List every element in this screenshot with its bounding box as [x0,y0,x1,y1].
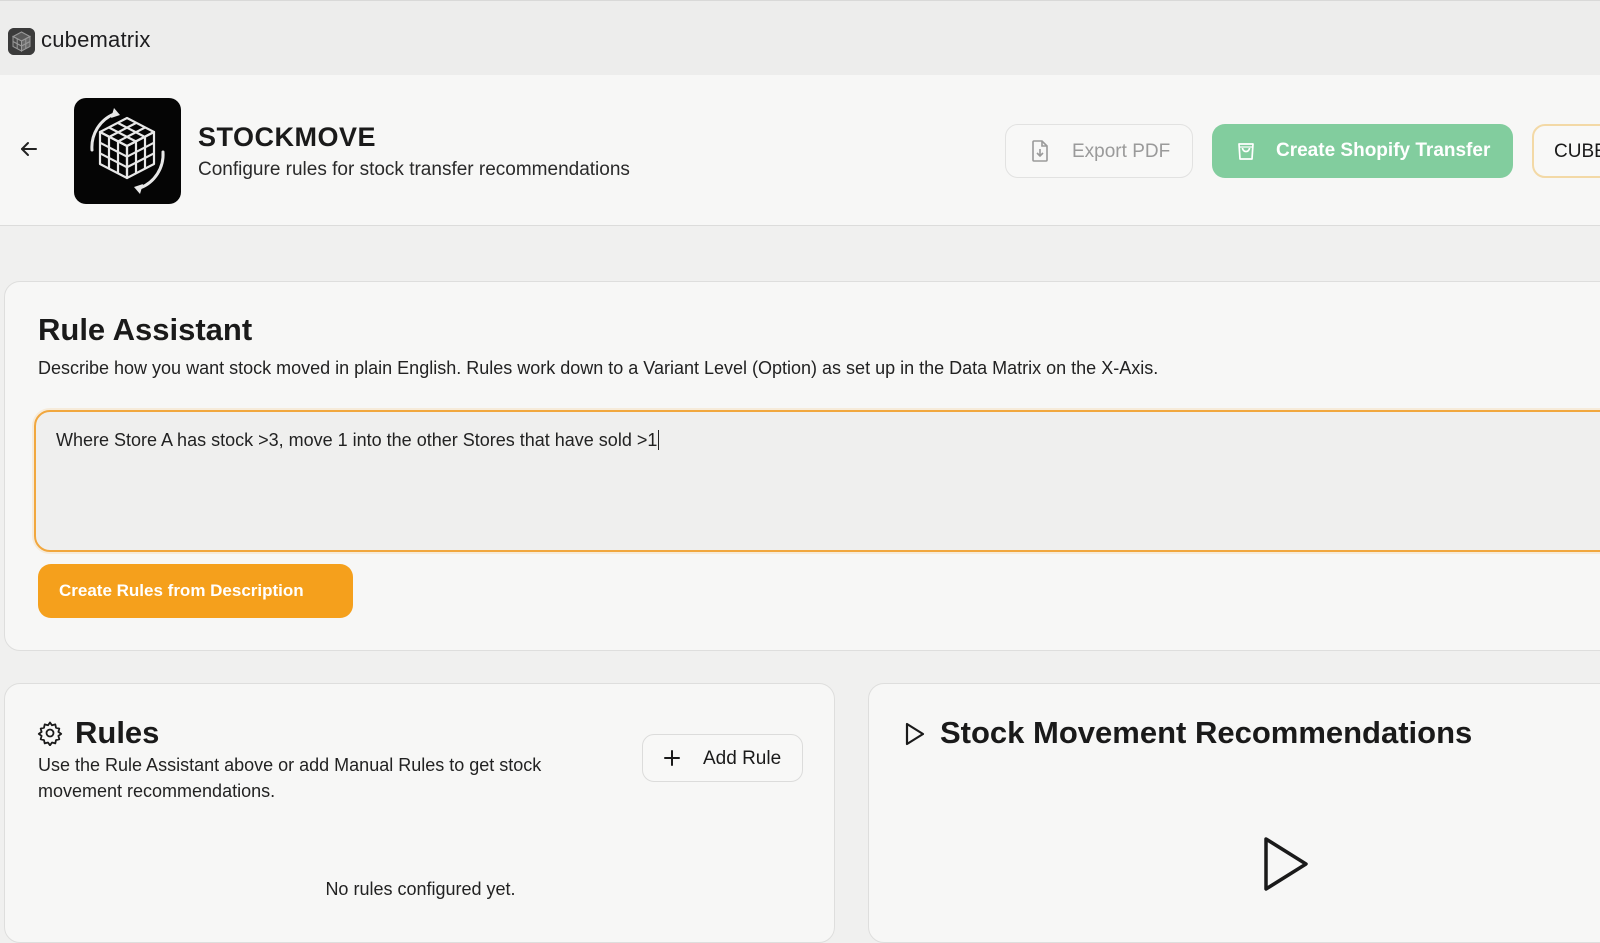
play-icon [905,722,925,746]
cube-button[interactable]: CUBE [1532,124,1600,178]
arrow-left-icon[interactable] [18,138,40,160]
export-pdf-label: Export PDF [1072,141,1171,162]
rule-assistant-description: Describe how you want stock moved in pla… [38,358,1159,378]
plus-icon [664,750,680,766]
brand-name[interactable]: cubematrix [41,27,151,53]
rule-description-text: Where Store A has stock >3, move 1 into … [56,430,660,451]
page-header: STOCKMOVE Configure rules for stock tran… [0,75,1600,226]
rules-title: Rules [75,715,160,750]
export-pdf-button[interactable]: Export PDF [1005,124,1193,178]
add-rule-button[interactable]: Add Rule [642,734,803,782]
rule-assistant-title: Rule Assistant [38,312,253,347]
text-caret [658,430,660,450]
shopping-bag-icon [1238,143,1254,160]
rules-description: Use the Rule Assistant above or add Manu… [38,755,542,801]
add-rule-label: Add Rule [703,748,782,769]
rule-description-input[interactable]: Where Store A has stock >3, move 1 into … [34,410,1600,552]
file-download-icon [1032,140,1048,162]
create-rules-label: Create Rules from Description [59,581,304,600]
cube-logo-icon [8,28,35,55]
recommendations-card: Stock Movement Recommendations [868,683,1600,943]
rubiks-cube-logo [74,98,181,204]
play-large-icon [1264,837,1308,891]
gear-icon [37,721,63,746]
rules-card: Rules Use the Rule Assistant above or ad… [4,683,835,943]
create-rules-button[interactable]: Create Rules from Description [38,564,353,618]
top-bar: cubematrix [0,0,1600,75]
recommendations-title: Stock Movement Recommendations [940,715,1473,750]
page-subtitle: Configure rules for stock transfer recom… [198,159,630,180]
rule-assistant-card: Rule Assistant Describe how you want sto… [4,281,1600,651]
rules-empty-state: No rules configured yet. [325,879,516,899]
create-shopify-transfer-label: Create Shopify Transfer [1276,140,1491,161]
rule-description-value: Where Store A has stock >3, move 1 into … [56,430,658,450]
create-shopify-transfer-button[interactable]: Create Shopify Transfer [1212,124,1513,178]
cube-button-label: CUBE [1554,141,1600,162]
page-title: STOCKMOVE [198,122,377,152]
